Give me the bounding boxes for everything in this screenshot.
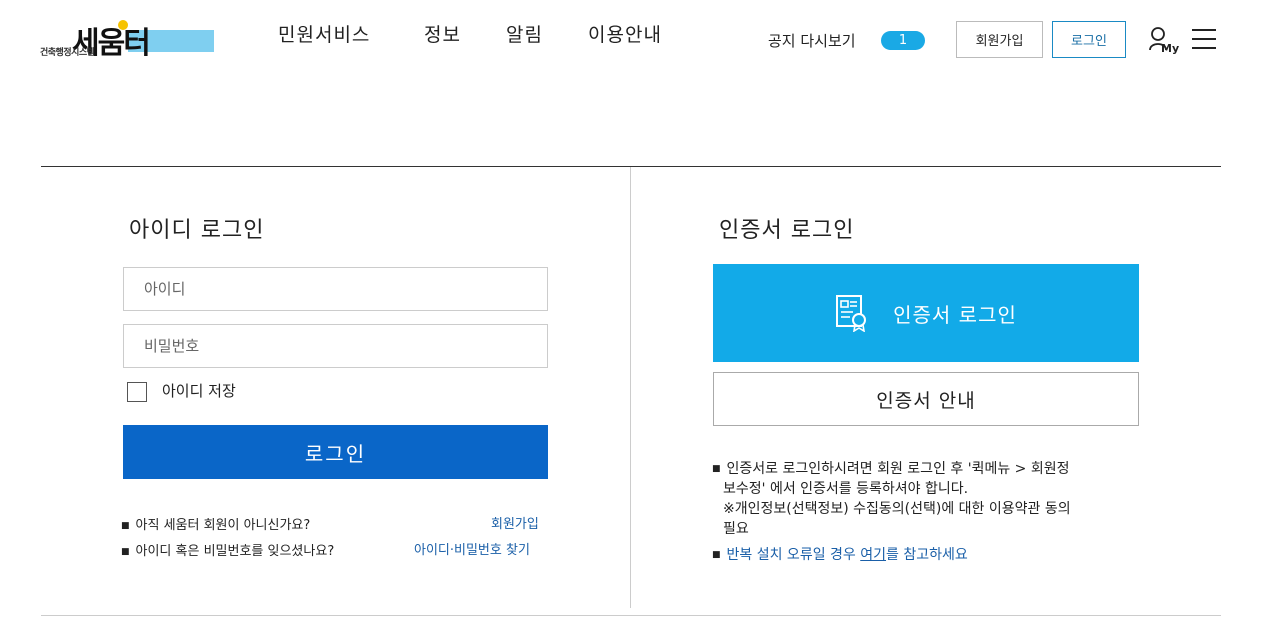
content-top-line bbox=[41, 166, 1221, 167]
my-page-icon[interactable]: My bbox=[1148, 24, 1182, 56]
signup-note: ■ 아직 세움터 회원이 아니신가요? bbox=[121, 518, 311, 533]
id-input[interactable]: 아이디 bbox=[123, 267, 548, 311]
cert-login-label: 인증서 로그인 bbox=[893, 302, 1017, 327]
nav-item-guide[interactable]: 이용안내 bbox=[588, 20, 662, 47]
id-login-button[interactable]: 로그인 bbox=[123, 425, 548, 479]
certificate-icon bbox=[836, 295, 867, 332]
my-label: My bbox=[1161, 42, 1179, 55]
cert-note-line1: 인증서로 로그인하시려면 회원 로그인 후 '퀵메뉴 > 회원정 bbox=[726, 461, 1070, 477]
signup-button[interactable]: 회원가입 bbox=[956, 21, 1043, 58]
header-login-button[interactable]: 로그인 bbox=[1052, 21, 1126, 58]
install-error-post: 를 참고하세요 bbox=[886, 547, 968, 563]
nav-item-info[interactable]: 정보 bbox=[424, 20, 461, 47]
cert-note-line3: ※개인정보(선택정보) 수집동의(선택)에 대한 이용약관 동의 bbox=[723, 501, 1071, 517]
hamburger-menu-icon[interactable] bbox=[1192, 29, 1216, 49]
notice-count-badge[interactable]: 1 bbox=[881, 31, 925, 50]
password-input[interactable]: 비밀번호 bbox=[123, 324, 548, 368]
find-account-link[interactable]: 아이디·비밀번호 찾기 bbox=[414, 539, 530, 558]
signup-link[interactable]: 회원가입 bbox=[491, 513, 539, 532]
find-account-note: ■ 아이디 혹은 비밀번호를 잊으셨나요? bbox=[121, 544, 335, 559]
site-logo[interactable]: 세움터 건축행정시스템 bbox=[40, 18, 214, 61]
install-error-pre: 반복 설치 오류일 경우 bbox=[726, 547, 856, 563]
cert-login-title: 인증서 로그인 bbox=[719, 218, 855, 243]
install-error-note: ■ 반복 설치 오류일 경우 여기를 참고하세요 bbox=[712, 547, 968, 563]
nav-item-civil-service[interactable]: 민원서비스 bbox=[278, 20, 370, 47]
notice-replay-link[interactable]: 공지 다시보기 bbox=[768, 30, 856, 51]
logo-subtitle: 건축행정시스템 bbox=[40, 48, 95, 58]
content-bottom-line bbox=[41, 615, 1221, 616]
cert-register-note: ■ 인증서로 로그인하시려면 회원 로그인 후 '퀵메뉴 > 회원정 보수정' 에… bbox=[712, 459, 1142, 539]
save-id-checkbox[interactable] bbox=[127, 382, 147, 402]
cert-guide-button[interactable]: 인증서 안내 bbox=[713, 372, 1139, 426]
nav-item-notice[interactable]: 알림 bbox=[506, 20, 543, 47]
cert-login-button[interactable]: 인증서 로그인 bbox=[713, 264, 1139, 362]
cert-note-line2: 보수정' 에서 인증서를 등록하셔야 합니다. bbox=[723, 481, 969, 497]
save-id-label[interactable]: 아이디 저장 bbox=[162, 380, 236, 401]
cert-note-line4: 필요 bbox=[723, 521, 749, 537]
signup-note-text: 아직 세움터 회원이 아니신가요? bbox=[135, 518, 311, 533]
find-account-note-text: 아이디 혹은 비밀번호를 잊으셨나요? bbox=[135, 544, 335, 559]
id-login-title: 아이디 로그인 bbox=[129, 218, 265, 243]
logo-dot bbox=[118, 20, 128, 30]
panel-divider bbox=[630, 167, 631, 608]
install-error-link[interactable]: 여기 bbox=[860, 547, 886, 563]
